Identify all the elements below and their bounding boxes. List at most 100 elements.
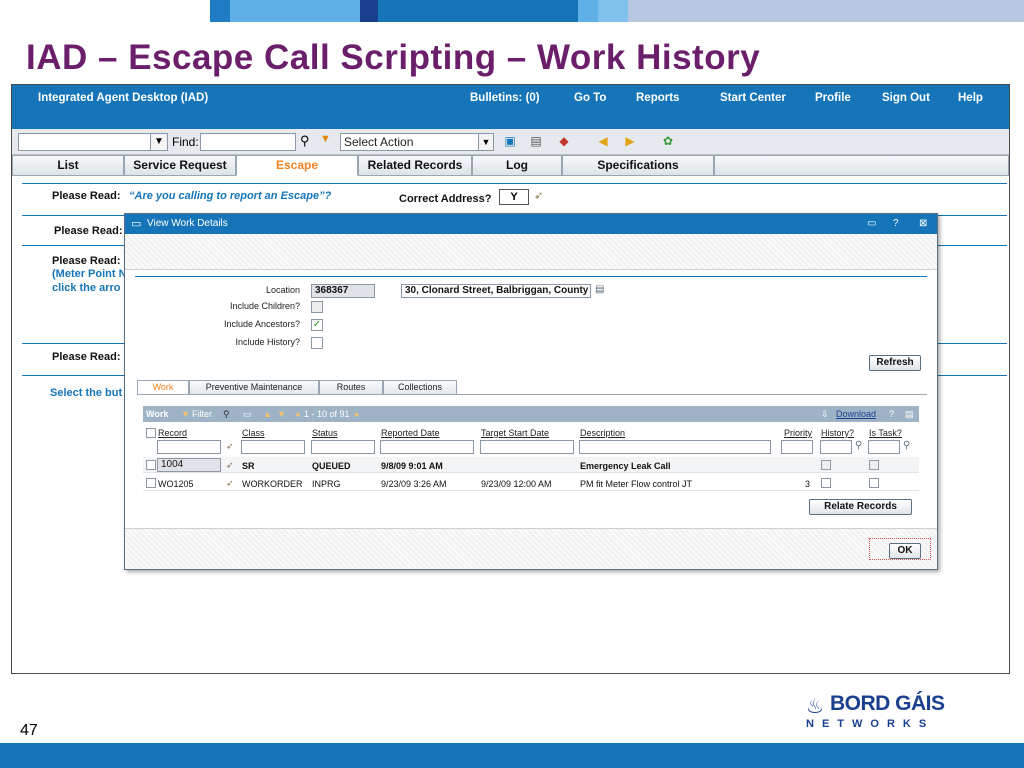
class-filter-input[interactable]	[241, 440, 305, 454]
column-header[interactable]: Priority	[784, 428, 812, 438]
column-header[interactable]: Is Task?	[869, 428, 902, 438]
divider	[22, 183, 1007, 184]
lookup-icon[interactable]: ➶	[534, 189, 543, 202]
help-link[interactable]: Help	[958, 92, 983, 104]
target-start-filter-input[interactable]	[480, 440, 574, 454]
minimize-icon[interactable]: ▭	[867, 214, 876, 234]
tab-escape[interactable]: Escape	[236, 155, 358, 176]
refresh-icon[interactable]: ✿	[660, 133, 676, 149]
priority-filter-input[interactable]	[781, 440, 813, 454]
is-task-checkbox[interactable]	[869, 478, 879, 488]
subtab-work[interactable]: Work	[137, 380, 189, 394]
refresh-button[interactable]: Refresh	[869, 355, 921, 371]
app-name: Integrated Agent Desktop (IAD)	[38, 92, 209, 104]
toolbar: ▼ Find: ⚲ ▼ Select Action ▼ ▣ ▤ ◆ ◀ ▶ ✿	[12, 129, 1009, 155]
record-cell[interactable]: 1004	[157, 458, 221, 472]
column-header[interactable]: Status	[312, 428, 338, 438]
chevron-down-icon[interactable]: ▼	[150, 133, 168, 151]
tab-log[interactable]: Log	[472, 155, 562, 176]
include-ancestors-checkbox[interactable]: ✓	[311, 319, 323, 331]
save-icon[interactable]: ▤	[528, 133, 544, 149]
previous-icon[interactable]: ◀	[595, 133, 611, 149]
download-icon[interactable]: ⇩	[821, 406, 829, 422]
please-read-label: Please Read:	[54, 225, 123, 237]
next-page-icon[interactable]: ▼	[277, 406, 286, 422]
find-input[interactable]	[200, 133, 296, 151]
previous-page-icon[interactable]: ▲	[263, 406, 272, 422]
tab-service-request[interactable]: Service Request	[124, 155, 236, 176]
status-cell: QUEUED	[312, 461, 351, 471]
prev-icon[interactable]: ◂	[295, 406, 300, 422]
subtab-routes[interactable]: Routes	[319, 380, 383, 394]
history-filter-input[interactable]	[820, 440, 852, 454]
description-filter-input[interactable]	[579, 440, 771, 454]
history-checkbox[interactable]	[821, 478, 831, 488]
binoculars-icon[interactable]: ⚲	[300, 133, 310, 149]
bulletins-link[interactable]: Bulletins: (0)	[470, 92, 540, 104]
filter-icon[interactable]: ▼	[181, 406, 190, 422]
select-button-text: Select the but	[50, 387, 123, 399]
reported-date-filter-input[interactable]	[380, 440, 474, 454]
tab-list[interactable]: List	[12, 155, 124, 176]
new-record-icon[interactable]: ▣	[502, 133, 518, 149]
column-header[interactable]: Record	[158, 428, 187, 438]
location-field[interactable]: 368367	[311, 284, 375, 298]
ok-button[interactable]: OK	[889, 543, 921, 559]
filter-arrow-icon[interactable]: ▼	[320, 133, 331, 145]
download-link[interactable]: Download	[836, 406, 876, 422]
record-cell[interactable]: WO1205	[158, 479, 194, 489]
correct-address-field[interactable]: Y	[499, 189, 529, 205]
search-icon[interactable]: ⚲	[855, 440, 862, 451]
tab-related-records[interactable]: Related Records	[358, 155, 472, 176]
next-icon[interactable]: ▸	[355, 406, 360, 422]
class-cell: SR	[242, 461, 255, 471]
grid-menu-icon[interactable]: ▤	[905, 406, 914, 422]
filter-link[interactable]: Filter	[192, 406, 212, 422]
chevron-down-icon[interactable]: ▼	[478, 133, 494, 151]
table-row[interactable]	[143, 457, 919, 473]
bottom-color-band	[0, 743, 1024, 768]
binoculars-icon[interactable]: ⚲	[223, 406, 230, 422]
next-icon[interactable]: ▶	[622, 133, 638, 149]
include-history-checkbox[interactable]	[311, 337, 323, 349]
tab-specifications[interactable]: Specifications	[562, 155, 714, 176]
location-description-field[interactable]: 30, Clonard Street, Balbriggan, County	[401, 284, 591, 298]
column-header[interactable]: Reported Date	[381, 428, 440, 438]
lookup-icon[interactable]: ➶	[226, 441, 234, 452]
row-checkbox[interactable]	[146, 460, 156, 470]
search-icon[interactable]: ⚲	[903, 440, 910, 451]
help-icon[interactable]: ?	[893, 214, 899, 234]
reports-link[interactable]: Reports	[636, 92, 679, 104]
row-checkbox[interactable]	[146, 478, 156, 488]
profile-link[interactable]: Profile	[815, 92, 851, 104]
clear-icon[interactable]: ◆	[556, 133, 572, 149]
select-action-dropdown[interactable]: Select Action	[340, 133, 480, 151]
record-filter-input[interactable]	[157, 440, 221, 454]
is-task-filter-input[interactable]	[868, 440, 900, 454]
close-icon[interactable]: ⊠	[919, 214, 927, 234]
goto-link[interactable]: Go To	[574, 92, 606, 104]
include-children-checkbox[interactable]	[311, 301, 323, 313]
clear-filter-icon[interactable]: ▭	[243, 406, 252, 422]
lookup-icon[interactable]: ➶	[226, 460, 234, 471]
lookup-icon[interactable]: ➶	[226, 478, 234, 489]
column-header[interactable]: Description	[580, 428, 625, 438]
status-filter-input[interactable]	[311, 440, 375, 454]
app-select[interactable]	[18, 133, 168, 151]
select-all-checkbox[interactable]	[146, 428, 156, 438]
relate-records-button[interactable]: Relate Records	[809, 499, 912, 515]
long-description-icon[interactable]: ▤	[595, 284, 604, 295]
dialog-icon: ▭	[131, 218, 142, 230]
column-header[interactable]: History?	[821, 428, 854, 438]
column-header[interactable]: Target Start Date	[481, 428, 549, 438]
sign-out-link[interactable]: Sign Out	[882, 92, 930, 104]
include-history-label: Include History?	[235, 337, 300, 347]
grid-help-icon[interactable]: ?	[889, 406, 894, 422]
history-checkbox[interactable]	[821, 460, 831, 470]
start-center-link[interactable]: Start Center	[720, 92, 786, 104]
subtab-preventive-maintenance[interactable]: Preventive Maintenance	[189, 380, 319, 394]
tab-empty	[714, 155, 1009, 176]
column-header[interactable]: Class	[242, 428, 265, 438]
is-task-checkbox[interactable]	[869, 460, 879, 470]
subtab-collections[interactable]: Collections	[383, 380, 457, 394]
